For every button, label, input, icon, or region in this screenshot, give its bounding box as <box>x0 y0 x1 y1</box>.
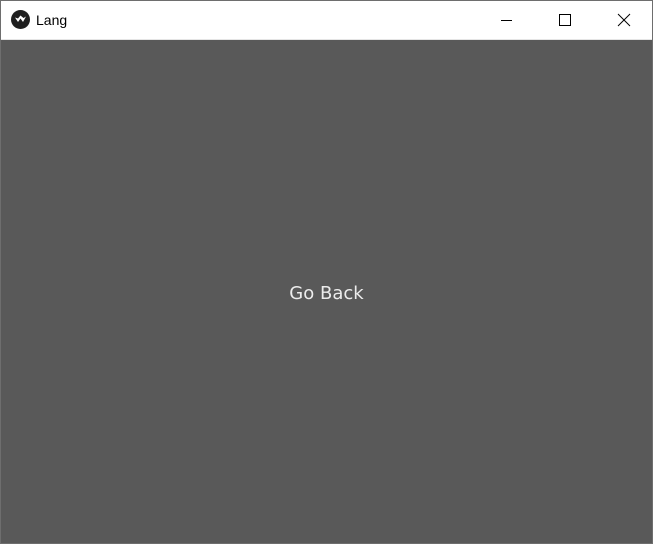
maximize-icon <box>559 14 571 26</box>
minimize-icon <box>501 20 512 21</box>
app-window: Lang Go Back <box>0 0 653 544</box>
kivy-logo-icon <box>11 10 30 29</box>
close-icon <box>617 13 631 27</box>
window-title: Lang <box>36 12 68 28</box>
main-content: Go Back <box>1 40 652 543</box>
go-back-label: Go Back <box>289 283 364 304</box>
close-button[interactable] <box>594 1 652 39</box>
title-bar[interactable]: Lang <box>1 1 652 40</box>
minimize-button[interactable] <box>477 1 535 39</box>
go-back-button[interactable]: Go Back <box>1 40 652 543</box>
maximize-button[interactable] <box>535 1 593 39</box>
